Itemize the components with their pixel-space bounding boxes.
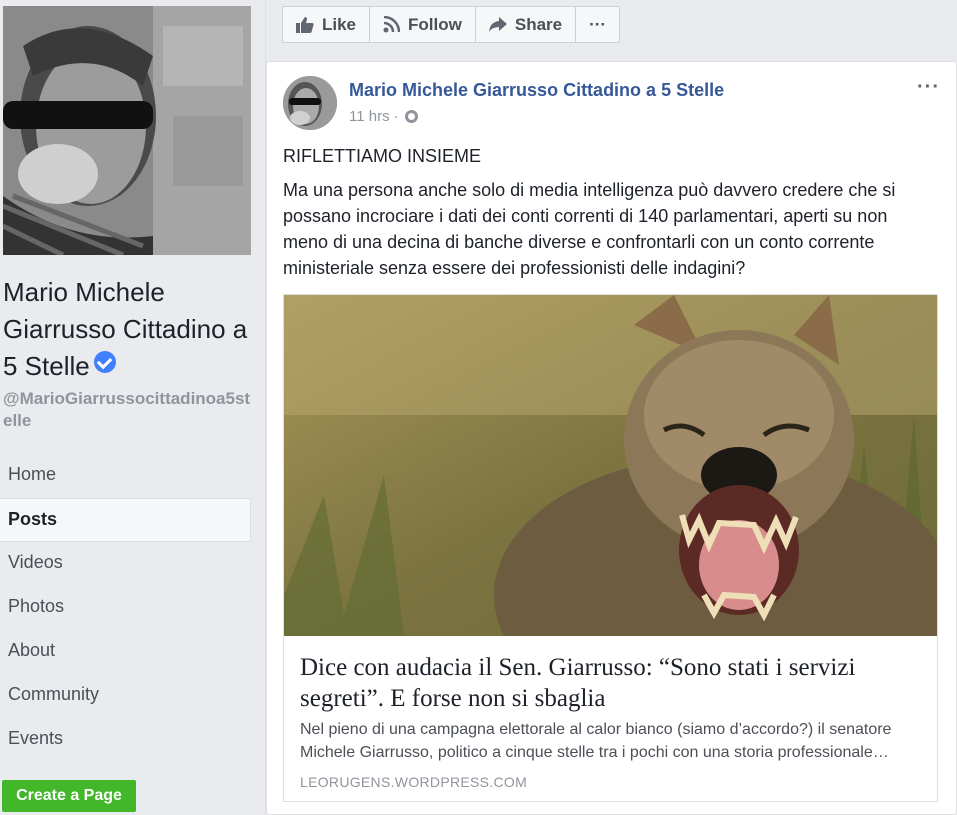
profile-photo[interactable] <box>3 6 251 255</box>
link-preview-image[interactable] <box>284 295 937 636</box>
page-sidebar: Mario Michele Giarrusso Cittadino a 5 St… <box>0 0 265 815</box>
meta-separator: · <box>393 108 399 125</box>
post-body-text: Ma una persona anche solo di media intel… <box>283 180 896 278</box>
nav-item-events[interactable]: Events <box>0 718 251 762</box>
nav-item-photos[interactable]: Photos <box>0 586 251 630</box>
share-label: Share <box>514 14 563 34</box>
globe-public-icon <box>404 110 418 123</box>
page-name: Mario Michele Giarrusso Cittadino a 5 St… <box>3 277 248 381</box>
link-title[interactable]: Dice con audacia il Sen. Giarrusso: “Son… <box>300 652 920 714</box>
post-card: Mario Michele Giarrusso Cittadino a 5 St… <box>266 61 957 815</box>
verified-badge-icon <box>93 351 116 373</box>
link-description-line: Nel pieno di una campagna elettorale al … <box>300 721 892 738</box>
post-options-icon[interactable]: ··· <box>917 76 940 99</box>
thumbs-up-icon <box>296 16 314 33</box>
more-dots-icon: ··· <box>589 14 607 34</box>
post-timestamp[interactable]: 11 hrs <box>349 108 390 125</box>
nav-item-community[interactable]: Community <box>0 674 251 718</box>
page-handle[interactable]: @MarioGiarrussocittadinoa5stelle <box>3 388 253 432</box>
nav-item-about[interactable]: About <box>0 630 251 674</box>
page-action-bar: Like Follow Share ··· <box>282 6 621 43</box>
create-page-button[interactable]: Create a Page <box>2 780 136 812</box>
follow-label: Follow <box>408 14 462 34</box>
post-meta: 11 hrs · <box>349 108 418 125</box>
follow-button[interactable]: Follow <box>370 7 476 42</box>
share-arrow-icon <box>488 17 507 32</box>
nav-item-videos[interactable]: Videos <box>0 542 251 586</box>
share-button[interactable]: Share <box>476 7 577 42</box>
nav-item-home[interactable]: Home <box>0 454 251 498</box>
link-domain: LEORUGENS.WORDPRESS.COM <box>300 774 528 790</box>
post-author-name[interactable]: Mario Michele Giarrusso Cittadino a 5 St… <box>349 80 724 101</box>
nav-item-posts[interactable]: Posts <box>0 498 251 542</box>
post-author-avatar[interactable] <box>283 76 337 130</box>
page-nav: Home Posts Videos Photos About Community… <box>0 454 251 762</box>
like-label: Like <box>322 14 357 34</box>
rss-follow-icon <box>383 16 401 33</box>
link-description: Nel pieno di una campagna elettorale al … <box>300 718 920 764</box>
like-button[interactable]: Like <box>283 7 371 42</box>
more-options-button[interactable]: ··· <box>576 7 619 42</box>
link-description-line: Michele Giarrusso, politico a cinque ste… <box>300 744 889 761</box>
link-preview-card[interactable]: Dice con audacia il Sen. Giarrusso: “Son… <box>283 294 938 802</box>
post-headline: RIFLETTIAMO INSIEME <box>283 146 482 166</box>
